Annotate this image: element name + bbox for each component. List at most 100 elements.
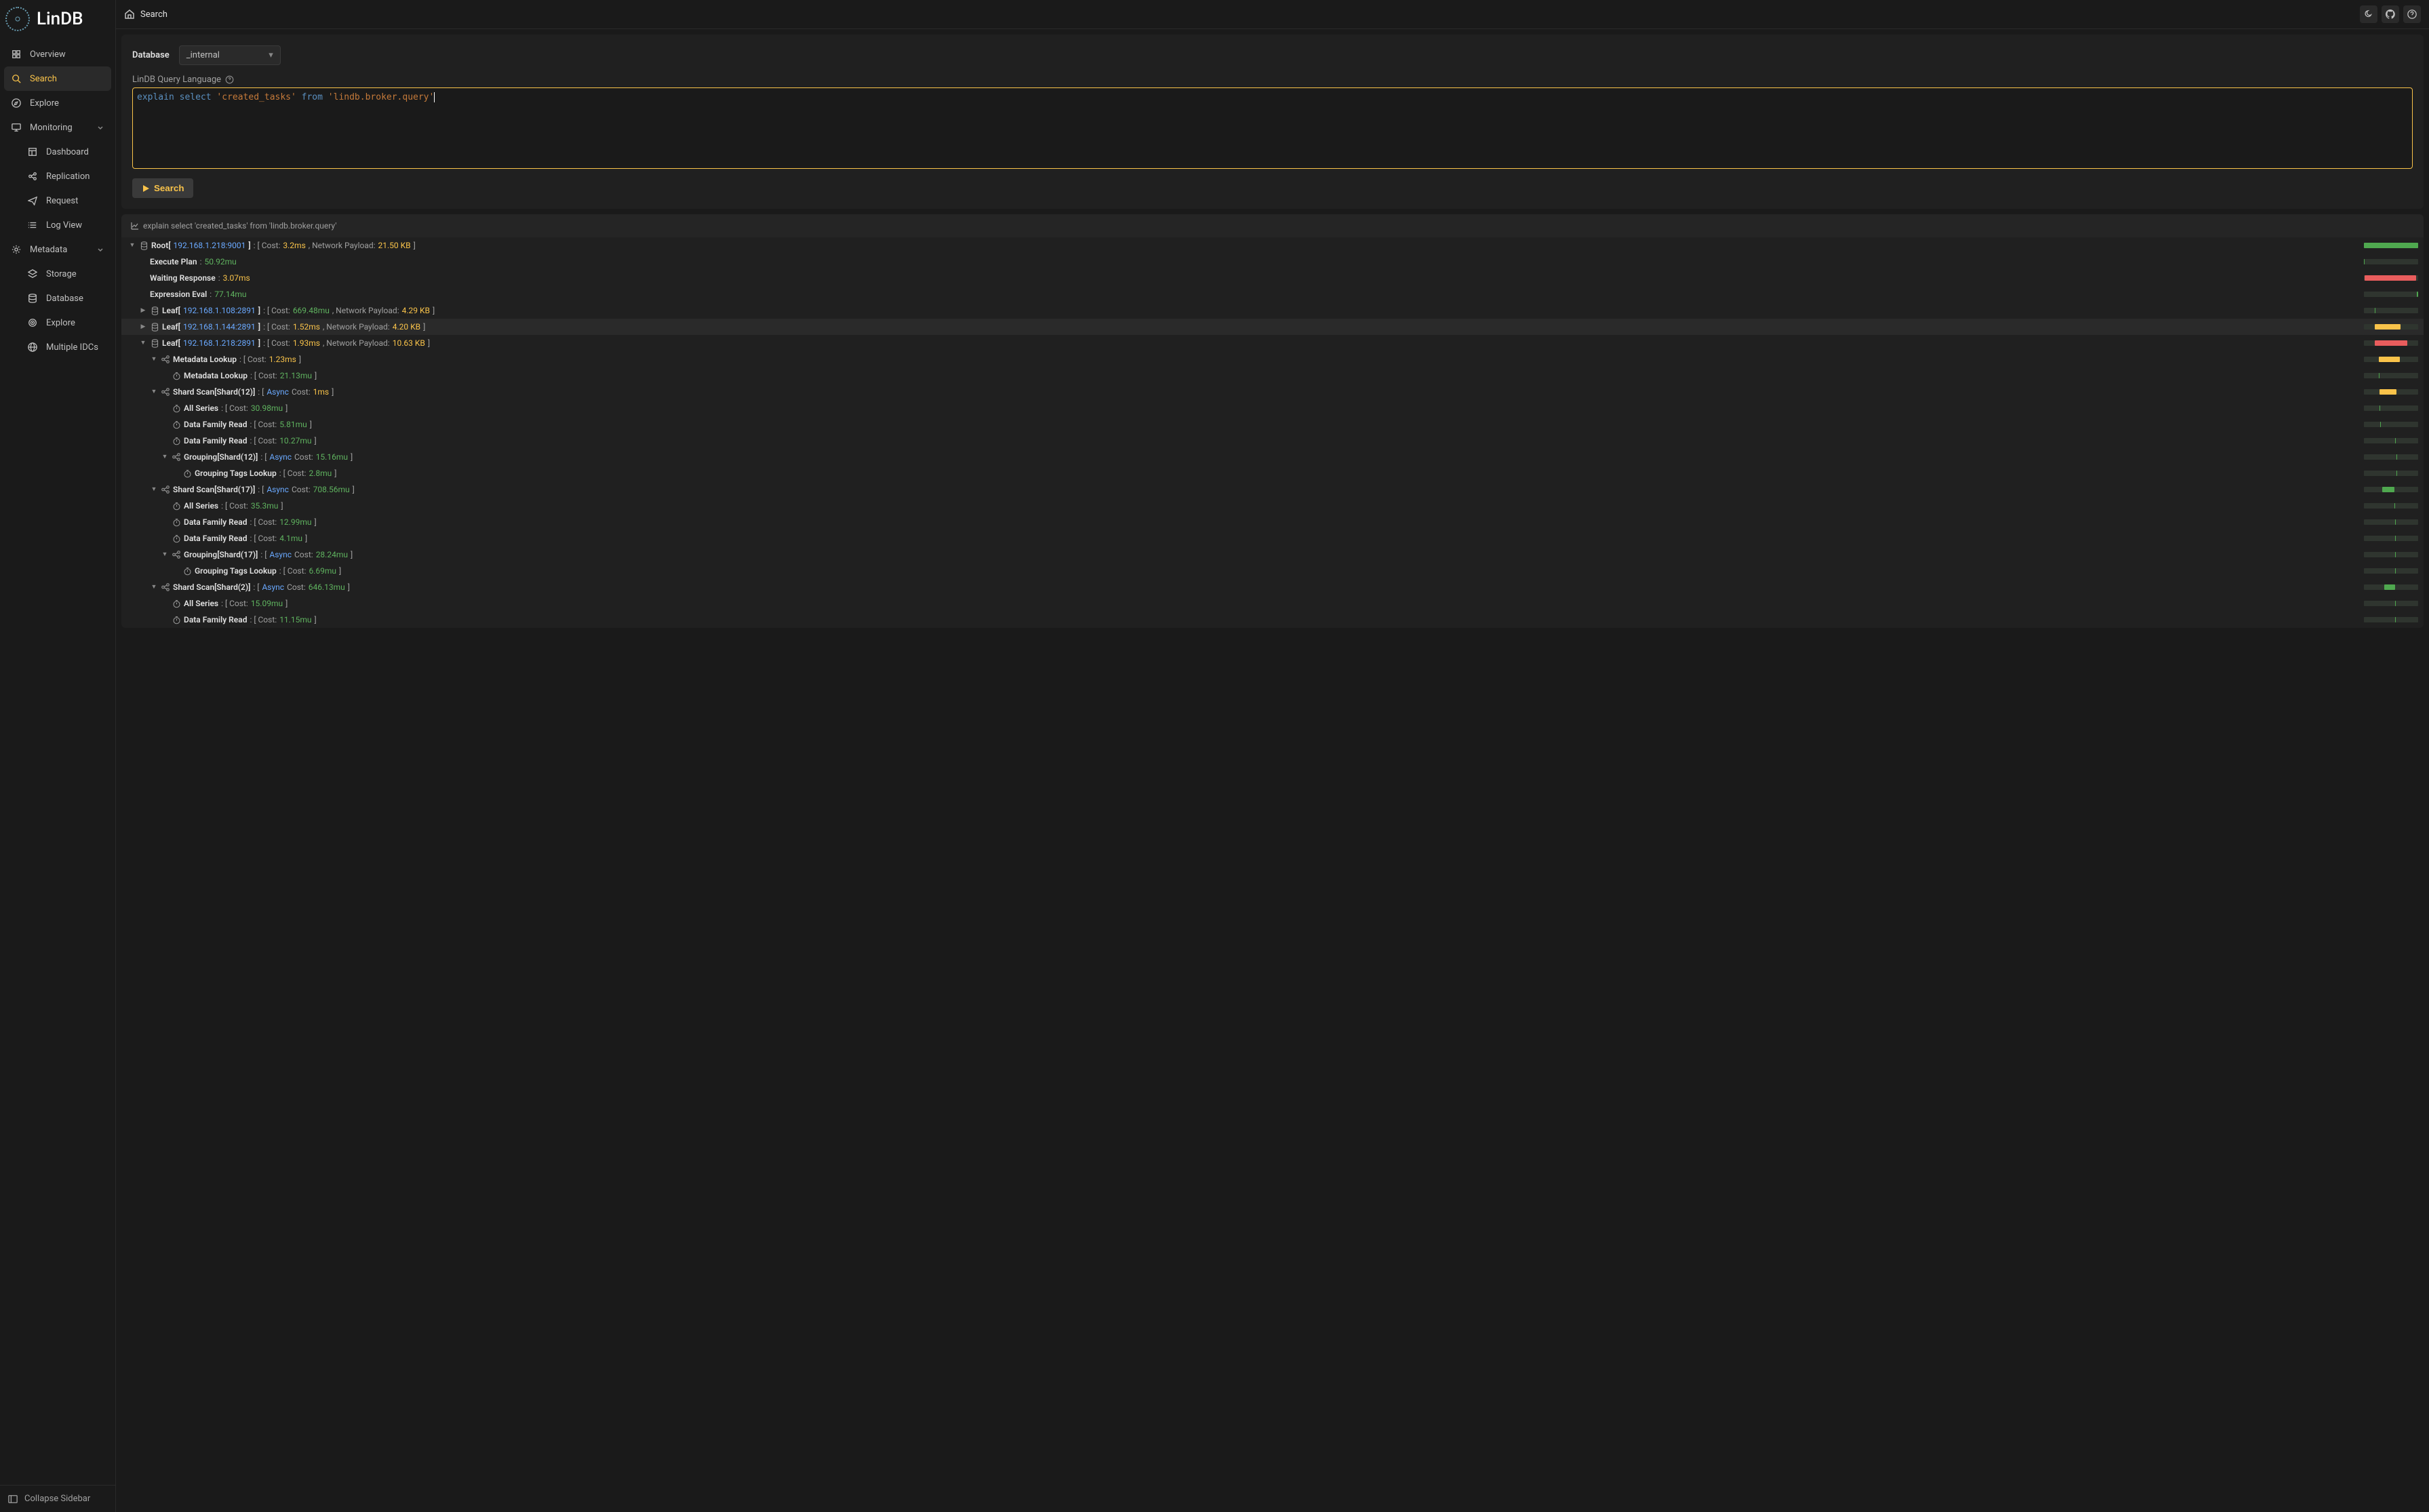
- tree-row[interactable]: Data Family Read: [ Cost: 4.1mu ]: [121, 530, 2424, 546]
- tree-row[interactable]: Data Family Read: [ Cost: 11.15mu ]: [121, 612, 2424, 628]
- tree-collapse-icon[interactable]: ▼: [128, 239, 136, 252]
- tree-row[interactable]: Grouping Tags Lookup: [ Cost: 2.8mu ]: [121, 465, 2424, 481]
- tree-row[interactable]: ▼Metadata Lookup: [ Cost: 1.23ms ]: [121, 351, 2424, 367]
- help-icon[interactable]: [225, 75, 234, 84]
- theme-toggle-button[interactable]: [2360, 5, 2377, 23]
- timer-icon: [182, 469, 192, 478]
- collapse-icon: [8, 1494, 18, 1504]
- compass-icon: [11, 98, 22, 108]
- tree-row[interactable]: Waiting Response: 3.07ms: [121, 270, 2424, 286]
- tree-collapse-icon[interactable]: ▼: [161, 450, 169, 464]
- tree-row[interactable]: ▼Grouping[Shard(12)]: [ Async Cost: 15.1…: [121, 449, 2424, 465]
- tree-row[interactable]: ▼Root[192.168.1.218:9001]: [ Cost: 3.2ms…: [121, 237, 2424, 254]
- sidebar-item-database[interactable]: Database: [4, 286, 111, 311]
- timing-bar: [2364, 536, 2418, 541]
- sidebar-item-monitoring[interactable]: Monitoring: [4, 115, 111, 140]
- tree-expand-icon[interactable]: ▶: [139, 304, 147, 317]
- sidebar-item-multiple-idcs[interactable]: Multiple IDCs: [4, 335, 111, 359]
- timer-icon: [172, 420, 181, 429]
- tree-collapse-icon[interactable]: ▼: [161, 548, 169, 561]
- share-icon: [161, 582, 170, 592]
- tree-row[interactable]: All Series: [ Cost: 35.3mu ]: [121, 498, 2424, 514]
- tree-row[interactable]: All Series: [ Cost: 30.98mu ]: [121, 400, 2424, 416]
- sidebar-item-request[interactable]: Request: [4, 188, 111, 213]
- tree-collapse-icon[interactable]: ▼: [150, 580, 158, 594]
- sidebar-item-label: Replication: [46, 172, 90, 182]
- sidebar-item-explore[interactable]: Explore: [4, 91, 111, 115]
- search-button[interactable]: Search: [132, 178, 193, 198]
- sidebar-item-label: Search: [30, 74, 57, 84]
- tree-collapse-icon[interactable]: ▼: [139, 336, 147, 350]
- github-button[interactable]: [2382, 5, 2399, 23]
- sidebar-item-log-view[interactable]: Log View: [4, 213, 111, 237]
- sidebar-item-label: Metadata: [30, 245, 67, 255]
- timing-bar: [2364, 568, 2418, 574]
- collapse-sidebar-button[interactable]: Collapse Sidebar: [0, 1485, 115, 1512]
- sidebar-item-label: Request: [46, 196, 78, 206]
- chevron-down-icon: [96, 245, 104, 254]
- db-icon: [150, 322, 159, 332]
- tree-row[interactable]: ▶Leaf[192.168.1.144:2891]: [ Cost: 1.52m…: [121, 319, 2424, 335]
- sidebar-item-storage[interactable]: Storage: [4, 262, 111, 286]
- timing-bar: [2364, 519, 2418, 525]
- tree-row[interactable]: Data Family Read: [ Cost: 12.99mu ]: [121, 514, 2424, 530]
- tree-row[interactable]: All Series: [ Cost: 15.09mu ]: [121, 595, 2424, 612]
- query-panel: Database _internal LinDB Query Language …: [121, 35, 2424, 209]
- sidebar-item-replication[interactable]: Replication: [4, 164, 111, 188]
- collapse-label: Collapse Sidebar: [24, 1494, 90, 1504]
- tree-row[interactable]: ▶Leaf[192.168.1.108:2891]: [ Cost: 669.4…: [121, 302, 2424, 319]
- sidebar-item-label: Storage: [46, 269, 77, 279]
- timing-bar: [2364, 584, 2418, 590]
- tree-row[interactable]: Metadata Lookup: [ Cost: 21.13mu ]: [121, 367, 2424, 384]
- sidebar-item-label: Dashboard: [46, 147, 89, 157]
- tree-collapse-icon[interactable]: ▼: [150, 353, 158, 366]
- tree-row[interactable]: ▼Leaf[192.168.1.218:2891]: [ Cost: 1.93m…: [121, 335, 2424, 351]
- share-icon: [161, 355, 170, 364]
- timer-icon: [172, 403, 181, 413]
- database-icon: [27, 293, 38, 304]
- sidebar-item-overview[interactable]: Overview: [4, 42, 111, 66]
- tree-collapse-icon[interactable]: ▼: [150, 483, 158, 496]
- result-query-text: explain select 'created_tasks' from 'lin…: [143, 221, 336, 231]
- search-button-label: Search: [154, 183, 184, 193]
- lql-label: LinDB Query Language: [132, 75, 221, 85]
- sidebar-item-metadata[interactable]: Metadata: [4, 237, 111, 262]
- sidebar-item-explore[interactable]: Explore: [4, 311, 111, 335]
- timing-bar: [2364, 454, 2418, 460]
- tree-row[interactable]: ▼Grouping[Shard(17)]: [ Async Cost: 28.2…: [121, 546, 2424, 563]
- timing-bar: [2364, 373, 2418, 378]
- database-select[interactable]: _internal: [179, 45, 281, 65]
- timing-bar: [2364, 503, 2418, 509]
- topbar: Search: [116, 0, 2429, 29]
- timer-icon: [182, 566, 192, 576]
- sidebar-item-label: Log View: [46, 220, 82, 231]
- tree-row[interactable]: Data Family Read: [ Cost: 10.27mu ]: [121, 433, 2424, 449]
- home-icon[interactable]: [124, 9, 135, 20]
- timing-bar: [2364, 389, 2418, 395]
- tree-row[interactable]: ▼Shard Scan[Shard(2)]: [ Async Cost: 646…: [121, 579, 2424, 595]
- tree-row[interactable]: ▼Shard Scan[Shard(17)]: [ Async Cost: 70…: [121, 481, 2424, 498]
- tree-row[interactable]: Grouping Tags Lookup: [ Cost: 6.69mu ]: [121, 563, 2424, 579]
- timer-icon: [172, 615, 181, 624]
- tree-row[interactable]: Expression Eval: 77.14mu: [121, 286, 2424, 302]
- sidebar-item-label: Overview: [30, 49, 66, 60]
- timing-bar: [2364, 601, 2418, 606]
- timing-bar: [2364, 487, 2418, 492]
- timer-icon: [172, 599, 181, 608]
- tree-row[interactable]: Data Family Read: [ Cost: 5.81mu ]: [121, 416, 2424, 433]
- share-icon: [161, 485, 170, 494]
- tree-expand-icon[interactable]: ▶: [139, 320, 147, 334]
- sidebar-item-search[interactable]: Search: [4, 66, 111, 91]
- timing-bar: [2364, 243, 2418, 248]
- tree-row[interactable]: ▼Shard Scan[Shard(12)]: [ Async Cost: 1m…: [121, 384, 2424, 400]
- tree-collapse-icon[interactable]: ▼: [150, 385, 158, 399]
- chevron-down-icon: [96, 123, 104, 132]
- sidebar-item-dashboard[interactable]: Dashboard: [4, 140, 111, 164]
- sidebar-item-label: Explore: [46, 318, 75, 328]
- help-button[interactable]: [2403, 5, 2421, 23]
- sidebar-item-label: Database: [46, 294, 83, 304]
- timing-bar: [2364, 422, 2418, 427]
- content: Database _internal LinDB Query Language …: [116, 29, 2429, 1512]
- tree-row[interactable]: Execute Plan : 50.92mu: [121, 254, 2424, 270]
- query-editor[interactable]: explain select 'created_tasks' from 'lin…: [132, 87, 2413, 169]
